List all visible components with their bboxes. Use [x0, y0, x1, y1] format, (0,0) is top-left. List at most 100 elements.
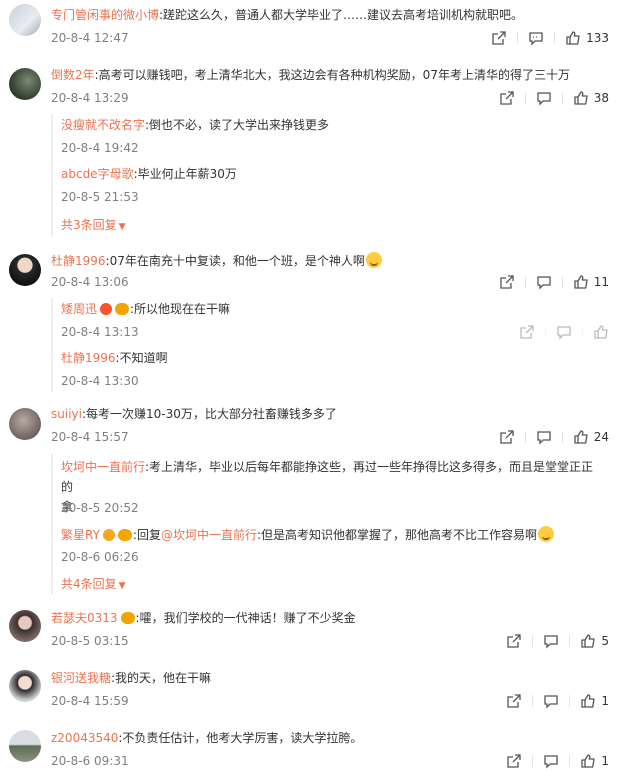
comment-text: :不负责任估计，他考大学厉害，读大学拉胯。 [118, 731, 363, 745]
reply-line: 杜静1996:不知道啊 [61, 350, 168, 366]
share-button[interactable] [506, 753, 522, 769]
comment-item: suiiyi:每考一次赚10-30万，比大部分社畜赚钱多多了 20-8-4 15… [0, 404, 623, 596]
comment-actions: 1 [506, 753, 609, 769]
share-button[interactable] [506, 693, 522, 709]
timestamp: 20-8-6 09:31 [51, 754, 129, 768]
share-button[interactable] [506, 633, 522, 649]
reply-list: 坎坷中一直前行:考上清华，毕业以后每年都能挣这些，再过一些年挣得比这多得多，而且… [51, 454, 609, 594]
username-link[interactable]: 专门管闲事的微小博 [51, 8, 159, 22]
like-button[interactable] [593, 324, 609, 340]
comment-actions: 133 [491, 30, 609, 46]
username-link[interactable]: z20043540 [51, 731, 118, 745]
username-link[interactable]: abcde字母歌 [61, 167, 134, 181]
username-link[interactable]: 繁星RY [61, 528, 100, 542]
vip-badge-icon [117, 529, 132, 541]
comment-icon [544, 635, 559, 649]
reply-line: abcde字母歌:毕业何止年薪30万 [61, 166, 237, 182]
verified-badge-icon [100, 303, 113, 315]
timestamp: 20-8-4 13:13 [61, 325, 139, 339]
avatar[interactable] [9, 254, 41, 286]
comment-actions: 11 [499, 274, 609, 290]
thumbs-up-icon [574, 275, 588, 289]
share-button[interactable] [519, 324, 535, 340]
comment-text: :蹉跎这么久，普通人都大学毕业了……建议去高考培训机构就职吧。 [159, 8, 524, 22]
comment-icon [557, 326, 571, 340]
comment-item: 倒数2年:高考可以赚钱吧，考上清华北大，我这边会有各种机构奖励，07年考上清华的… [0, 60, 623, 240]
thumbs-up-icon [581, 754, 596, 768]
reply-button[interactable] [543, 633, 559, 649]
comment-icon [537, 276, 551, 290]
reply-text: :不知道啊 [115, 351, 168, 365]
like-count: 24 [593, 430, 609, 444]
share-icon [492, 31, 506, 45]
reply-button[interactable] [536, 274, 552, 290]
reply-button[interactable] [543, 693, 559, 709]
share-icon [507, 694, 522, 708]
share-button[interactable] [499, 429, 515, 445]
username-link[interactable]: 杜静1996 [51, 254, 106, 268]
reply-button[interactable] [536, 90, 552, 106]
avatar[interactable] [9, 68, 41, 100]
username-link[interactable]: 坎坷中一直前行 [61, 460, 145, 474]
like-button[interactable]: 11 [573, 274, 609, 290]
comment-item: 银河送我糖:我的天，他在干嘛 20-8-4 15:59 1 [0, 664, 623, 720]
reply-text: :所以他现在在干嘛 [130, 302, 231, 316]
timestamp: 20-8-4 13:29 [51, 91, 129, 105]
like-count: 11 [593, 275, 609, 289]
avatar[interactable] [9, 408, 41, 440]
reply-button[interactable] [556, 324, 572, 340]
comment-actions: 1 [506, 693, 609, 709]
comment-icon [544, 755, 559, 769]
share-icon [520, 325, 534, 339]
comment-item: 专门管闲事的微小博:蹉跎这么久，普通人都大学毕业了……建议去高考培训机构就职吧。… [0, 0, 623, 56]
share-button[interactable] [491, 30, 507, 46]
like-button[interactable]: 1 [580, 753, 609, 769]
avatar[interactable] [9, 670, 41, 702]
reply-actions [519, 324, 609, 340]
reply-prefix: :回复 [132, 528, 161, 542]
username-link[interactable]: suiiyi [51, 407, 82, 421]
reply-button[interactable] [543, 753, 559, 769]
like-count: 5 [601, 634, 609, 648]
share-button[interactable] [499, 274, 515, 290]
comment-actions: 5 [506, 633, 609, 649]
comment-item: z20043540:不负责任估计，他考大学厉害，读大学拉胯。 20-8-6 09… [0, 724, 623, 778]
more-replies-link[interactable]: 共3条回复 ▼ [61, 217, 126, 235]
username-link[interactable]: 倒数2年 [51, 68, 95, 82]
like-button[interactable]: 133 [565, 30, 609, 46]
avatar[interactable] [9, 730, 41, 762]
timestamp: 20-8-4 15:59 [51, 694, 129, 708]
timestamp: 20-8-4 12:47 [51, 31, 129, 45]
like-button[interactable]: 24 [573, 429, 609, 445]
like-count: 133 [586, 31, 609, 45]
share-icon [507, 754, 522, 768]
username-link[interactable]: 若瑟夫0313 [51, 611, 118, 625]
mention-link[interactable]: @坎坷中一直前行 [161, 528, 257, 542]
reply-text: :但是高考知识他都掌握了，那他高考不比工作容易啊 [256, 528, 538, 542]
like-button[interactable]: 1 [580, 693, 609, 709]
chevron-down-icon: ▼ [118, 222, 126, 232]
reply-button[interactable] [528, 30, 544, 46]
avatar[interactable] [9, 610, 41, 642]
reply-line: 没瘦就不改名字:倒也不必，读了大学出来挣钱更多 [61, 117, 329, 133]
reply-line: 矮周迅 :所以他现在在干嘛 [61, 301, 230, 317]
comment-text: :我的天，他在干嘛 [111, 671, 212, 685]
timestamp: 20-8-4 19:42 [61, 141, 139, 155]
more-replies-link[interactable]: 共4条回复 ▼ [61, 576, 126, 594]
username-link[interactable]: 杜静1996 [61, 351, 116, 365]
share-button[interactable] [499, 90, 515, 106]
reply-button[interactable] [536, 429, 552, 445]
thumbs-up-icon [566, 31, 580, 45]
username-link[interactable]: 银河送我糖 [51, 671, 111, 685]
username-link[interactable]: 没瘦就不改名字 [61, 118, 145, 132]
share-icon [500, 430, 514, 444]
comment-line: 专门管闲事的微小博:蹉跎这么久，普通人都大学毕业了……建议去高考培训机构就职吧。 [51, 7, 523, 23]
reply-text: :毕业何止年薪30万 [133, 167, 237, 181]
reply-list: 没瘦就不改名字:倒也不必，读了大学出来挣钱更多 20-8-4 19:42 abc… [51, 114, 609, 236]
like-button[interactable]: 5 [580, 633, 609, 649]
comment-text: :07年在南充十中复读，和他一个班，是个神人啊 [105, 254, 365, 268]
comment-actions: 24 [499, 429, 609, 445]
username-link[interactable]: 矮周迅 [61, 302, 97, 316]
avatar[interactable] [9, 4, 41, 36]
like-button[interactable]: 38 [573, 90, 609, 106]
